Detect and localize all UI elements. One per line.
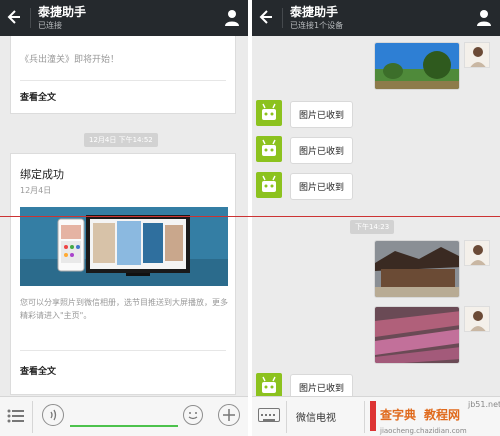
connection-status: 已连接	[38, 21, 62, 30]
chat-title: 泰捷助手	[290, 5, 339, 19]
article-date: 12月4日	[20, 186, 52, 195]
user-avatar[interactable]	[464, 306, 490, 332]
sent-photo[interactable]	[374, 42, 460, 90]
back-arrow-icon[interactable]	[258, 7, 276, 27]
person-icon[interactable]	[476, 9, 492, 26]
timestamp: 12月4日 下午14:52	[84, 133, 158, 147]
red-guide-line	[0, 216, 500, 217]
timestamp: 下午14:23	[350, 220, 395, 234]
sent-photo[interactable]	[374, 306, 460, 364]
card-divider	[20, 350, 226, 351]
toolbar-divider	[32, 401, 33, 433]
watermark-text: jiaocheng.chazidian.com	[379, 427, 467, 435]
left-chat-panel: 泰捷助手 已连接 《兵出潼关》即将开始！ 查看全文 12月4日 下午14:52 …	[0, 0, 248, 436]
right-title-bar: 泰捷助手 已连接1个设备	[252, 0, 500, 36]
message-input[interactable]	[70, 425, 178, 427]
emoji-icon[interactable]	[183, 405, 203, 425]
connection-status: 已连接1个设备	[290, 21, 344, 30]
reply-bubble: 图片已收到	[290, 101, 354, 128]
bot-avatar-icon[interactable]	[256, 100, 282, 126]
voice-icon[interactable]	[42, 404, 64, 426]
input-toolbar	[0, 396, 248, 436]
chat-title: 泰捷助手	[38, 5, 87, 19]
user-avatar[interactable]	[464, 42, 490, 68]
menu-weixin-tv[interactable]: 微信电视	[296, 409, 336, 424]
site-watermark: 查字典 教程网 jb51.net jiaocheng.chazidian.com	[368, 397, 500, 436]
bot-avatar-icon[interactable]	[256, 136, 282, 162]
plus-icon[interactable]	[218, 404, 240, 426]
article-title: 绑定成功	[20, 168, 64, 181]
article-card[interactable]: 绑定成功 12月4日 您可以分享照片到微信相册，选节目推送到大屏播放，更多精彩请…	[10, 153, 236, 395]
title-divider	[282, 8, 283, 28]
left-title-bar: 泰捷助手 已连接	[0, 0, 248, 36]
watermark-text: jb51.net	[467, 400, 500, 409]
sent-photo[interactable]	[374, 240, 460, 298]
bot-avatar-icon[interactable]	[256, 172, 282, 198]
reply-bubble: 图片已收到	[290, 137, 354, 164]
watermark-text: 查字典	[379, 407, 416, 422]
menu-toolbar: 微信电视 查字典 教程网 jb51.net jiaocheng.chazidia…	[252, 396, 500, 436]
person-icon[interactable]	[224, 9, 240, 26]
watermark-text: 教程网	[423, 407, 460, 422]
title-divider	[30, 8, 31, 28]
menu-icon[interactable]	[5, 405, 27, 427]
toolbar-divider	[364, 401, 365, 433]
article-card[interactable]: 《兵出潼关》即将开始！ 查看全文	[10, 36, 236, 114]
user-avatar[interactable]	[464, 240, 490, 266]
keyboard-icon[interactable]	[258, 408, 280, 422]
article-excerpt: 《兵出潼关》即将开始！	[20, 55, 120, 65]
back-arrow-icon[interactable]	[6, 7, 24, 27]
toolbar-divider	[286, 401, 287, 433]
article-description: 您可以分享照片到微信相册，选节目推送到大屏播放，更多精彩请进入"主页"。	[20, 298, 228, 320]
article-cover-image	[20, 207, 228, 286]
read-all-link[interactable]: 查看全文	[20, 90, 56, 103]
read-all-link[interactable]: 查看全文	[20, 364, 56, 377]
card-divider	[20, 80, 226, 81]
reply-bubble: 图片已收到	[290, 173, 354, 200]
right-chat-panel: 泰捷助手 已连接1个设备 图片已收到 图片已收到 图片已收到 下午14:23 图…	[252, 0, 500, 436]
